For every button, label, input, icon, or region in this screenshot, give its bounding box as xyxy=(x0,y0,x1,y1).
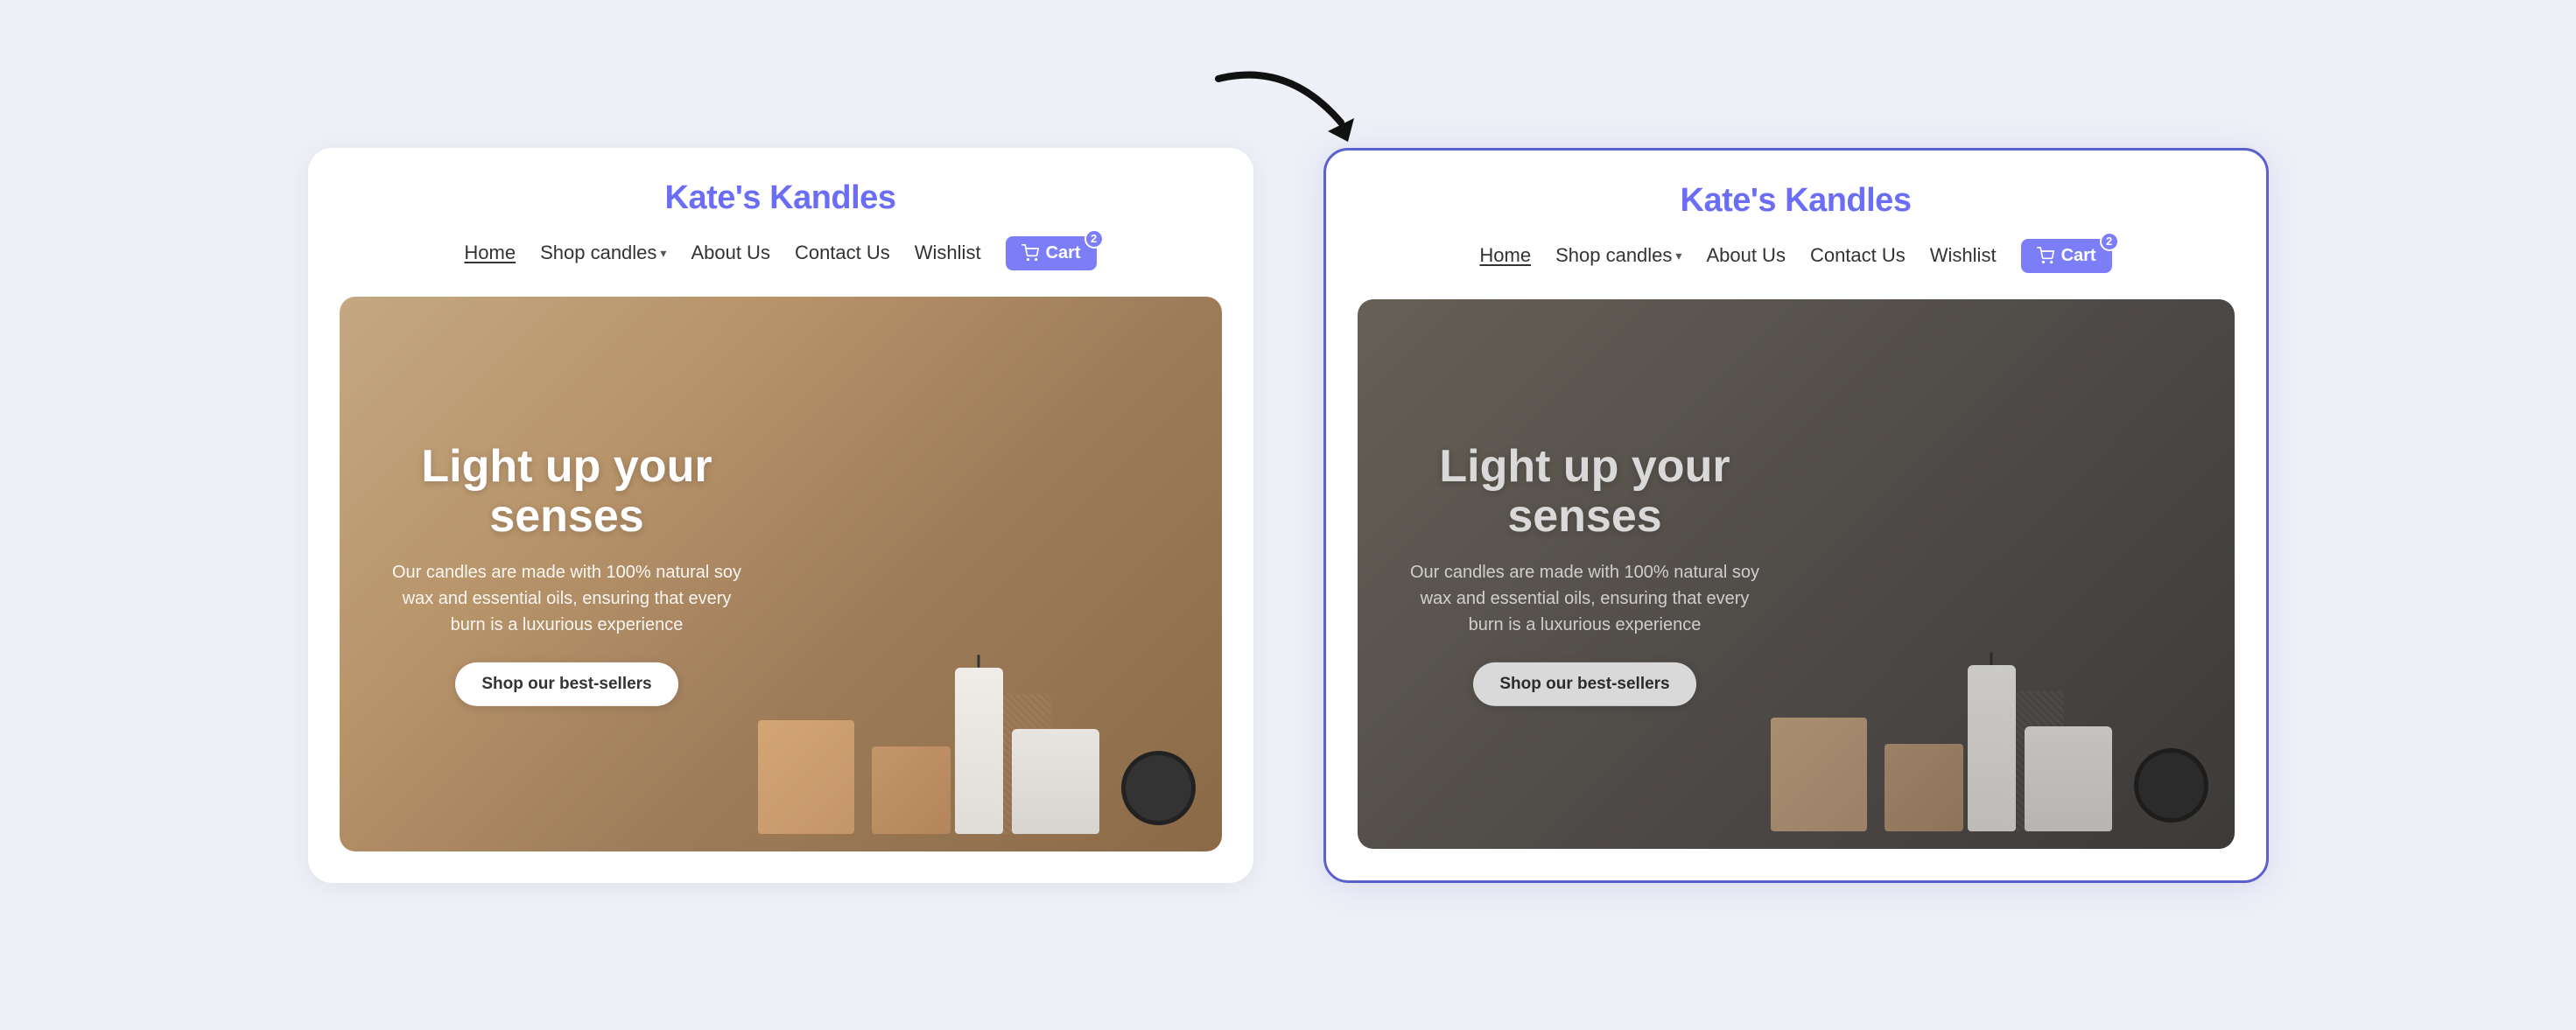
nav-home-right[interactable]: Home xyxy=(1479,244,1531,267)
kraft-box-2-right xyxy=(1885,744,1963,831)
highlighted-card: Kate's Kandles Home Shop candles ▾ About… xyxy=(1323,148,2269,883)
hero-title-left: Light up your senses xyxy=(383,441,751,541)
nav-wishlist-left[interactable]: Wishlist xyxy=(915,242,981,264)
hero-subtitle-left: Our candles are made with 100% natural s… xyxy=(383,559,751,638)
candle-decoration-left xyxy=(736,297,1221,851)
cart-icon-left xyxy=(1021,244,1039,262)
cart-badge-left: 2 xyxy=(1084,229,1104,249)
arrow-indicator xyxy=(1201,53,1376,158)
candle-wide-left xyxy=(1012,729,1099,834)
kraft-box-1-right xyxy=(1771,718,1867,831)
chevron-icon-right: ▾ xyxy=(1675,249,1681,263)
nav-about-left[interactable]: About Us xyxy=(691,242,770,264)
cart-button-left[interactable]: Cart 2 xyxy=(1006,236,1097,270)
nav-wishlist-right[interactable]: Wishlist xyxy=(1930,244,1997,267)
candle-black-right xyxy=(2134,748,2208,823)
hero-cta-left[interactable]: Shop our best-sellers xyxy=(455,662,677,706)
hero-content-left: Light up your senses Our candles are mad… xyxy=(383,441,751,705)
brand-title-right: Kate's Kandles xyxy=(1681,182,1912,220)
hero-subtitle-right: Our candles are made with 100% natural s… xyxy=(1401,559,1769,638)
nav-right: Home Shop candles ▾ About Us Contact Us … xyxy=(1479,239,2111,273)
nav-about-right[interactable]: About Us xyxy=(1706,244,1786,267)
hero-banner-right: Light up your senses Our candles are mad… xyxy=(1358,299,2235,849)
chevron-icon: ▾ xyxy=(660,246,666,261)
candle-wide-right xyxy=(2025,726,2112,831)
cart-badge-right: 2 xyxy=(2100,232,2119,251)
cart-icon-right xyxy=(2037,247,2054,264)
brand-title-left: Kate's Kandles xyxy=(665,179,896,217)
kraft-box-2-left xyxy=(872,746,951,834)
hero-cta-right[interactable]: Shop our best-sellers xyxy=(1473,662,1695,706)
hero-banner-left: Light up your senses Our candles are mad… xyxy=(340,297,1222,851)
nav-home-left[interactable]: Home xyxy=(464,242,516,264)
kraft-box-1-left xyxy=(758,720,854,834)
candle-decoration-right xyxy=(1751,299,2234,849)
hero-title-right: Light up your senses xyxy=(1401,441,1769,541)
nav-contact-left[interactable]: Contact Us xyxy=(795,242,890,264)
cart-button-right[interactable]: Cart 2 xyxy=(2021,239,2112,273)
original-card: Kate's Kandles Home Shop candles ▾ About… xyxy=(308,148,1253,883)
nav-shop-right[interactable]: Shop candles ▾ xyxy=(1555,244,1681,267)
hero-content-right: Light up your senses Our candles are mad… xyxy=(1401,441,1769,705)
nav-left: Home Shop candles ▾ About Us Contact Us … xyxy=(464,236,1096,270)
nav-shop-left[interactable]: Shop candles ▾ xyxy=(540,242,666,264)
candle-black-left xyxy=(1121,751,1196,825)
nav-contact-right[interactable]: Contact Us xyxy=(1810,244,1906,267)
